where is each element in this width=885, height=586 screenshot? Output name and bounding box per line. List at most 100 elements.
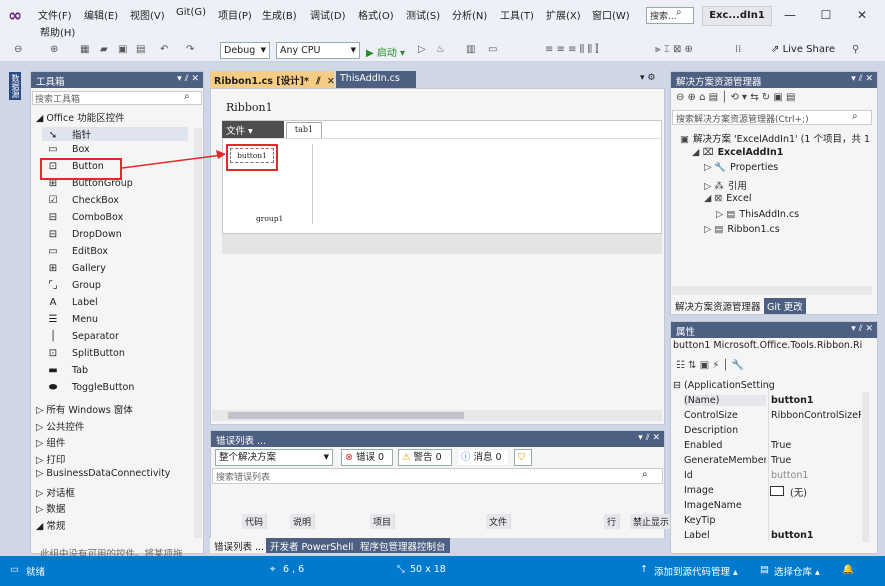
toolbox-group[interactable]: ▷ BusinessDataConnectivity	[36, 468, 170, 479]
filter-icon[interactable]: ⛉	[514, 449, 532, 466]
property-name[interactable]: Image	[684, 485, 766, 496]
property-value[interactable]: button1	[771, 395, 861, 406]
properties-object-select[interactable]: button1 Microsoft.Office.Tools.Ribbon.Ri	[673, 340, 875, 354]
toolbox-item[interactable]: ⊟ ComboBox	[42, 212, 188, 223]
menu-item[interactable]: 扩展(X)	[546, 7, 581, 22]
bottom-tab[interactable]: 开发者 PowerShell	[266, 538, 358, 553]
platform-select[interactable]: Any CPU ▼	[276, 42, 360, 59]
menu-item[interactable]: 格式(O)	[358, 7, 394, 22]
solution-search-input[interactable]: 搜索解决方案资源管理器(Ctrl+;)	[672, 110, 872, 125]
error-column-header[interactable]: 说明	[290, 514, 316, 529]
format-icon[interactable]: ⁞⁞	[735, 44, 741, 55]
error-column-header[interactable]: 禁止显示	[630, 514, 674, 529]
close-button[interactable]: ✕	[852, 8, 872, 22]
ribbon-tab1[interactable]: tab1	[286, 122, 322, 138]
menu-item[interactable]: Git(G)	[176, 7, 206, 18]
search-icon[interactable]: ⌕	[852, 111, 858, 122]
solution-explorer-toolbar-icons[interactable]: ⊖ ⊕ ⌂ ▤ │ ⟲ ▾ ⇆ ↻ ▣ ▤	[676, 92, 795, 103]
solution-explorer-tab[interactable]: Git 更改	[764, 298, 806, 314]
toolbox-group[interactable]: ▷ 对话框	[36, 485, 75, 499]
open-icon[interactable]: ▰	[100, 44, 108, 55]
notifications-bell-icon[interactable]: 🔔	[842, 564, 854, 575]
property-name[interactable]: ImageName	[684, 500, 766, 511]
solution-explorer-window-controls[interactable]: ▾ ⫽ ✕	[851, 74, 873, 84]
property-name[interactable]: Enabled	[684, 440, 766, 451]
toolbox-group[interactable]: ▷ 打印	[36, 452, 65, 466]
solution-tree-item[interactable]: ▷ ⁂ 引用	[704, 178, 747, 192]
toolbox-item[interactable]: ☑ CheckBox	[42, 195, 188, 206]
start-without-debug-icon[interactable]: ▷	[418, 44, 426, 55]
menu-item[interactable]: 文件(F)	[38, 7, 72, 22]
toolbox-item[interactable]: A Label	[42, 297, 188, 308]
toolbox-item[interactable]: ⊞ Gallery	[42, 263, 188, 274]
solution-tree-item[interactable]: ◢ ⊠ Excel	[704, 193, 751, 204]
property-value[interactable]: button1	[771, 470, 861, 481]
menu-item[interactable]: 窗口(W)	[592, 7, 630, 22]
config-select[interactable]: Debug ▼	[220, 42, 270, 59]
search-icon[interactable]: ⌕	[184, 91, 190, 102]
toolbox-item[interactable]: ➘ 指针	[42, 127, 188, 141]
hot-reload-icon[interactable]: ♨	[436, 44, 445, 55]
toolbox-item[interactable]: ▭ Box	[42, 144, 188, 155]
toolbox-item[interactable]: │ Separator	[42, 331, 188, 342]
solution-explorer-tab[interactable]: 解决方案资源管理器	[672, 298, 764, 314]
layout-icon[interactable]: ▭	[488, 44, 497, 55]
menu-item[interactable]: 项目(P)	[218, 7, 252, 22]
select-repository-button[interactable]: 选择仓库 ▴	[774, 564, 820, 578]
solution-tree-item[interactable]: ▷ 🔧 Properties	[704, 162, 778, 173]
live-share-button[interactable]: ⇗ Live Share	[771, 44, 835, 55]
toolbox-item[interactable]: ☰ Menu	[42, 314, 188, 325]
toolbox-group[interactable]: ◢ 常规	[36, 518, 65, 532]
undo-icon[interactable]: ↶	[160, 44, 168, 55]
new-project-icon[interactable]: ▦	[80, 44, 89, 55]
toolbox-group[interactable]: ▷ 组件	[36, 435, 65, 449]
error-scope-select[interactable]: 整个解决方案 ▼	[215, 449, 333, 466]
property-value[interactable]: True	[771, 440, 861, 451]
toolbox-item[interactable]: ⌜⌟ Group	[42, 280, 188, 291]
property-value[interactable]: True	[771, 455, 861, 466]
error-search-input[interactable]: 搜索错误列表	[212, 468, 663, 484]
menu-item[interactable]: 生成(B)	[262, 7, 297, 22]
forward-icon[interactable]: ⊕	[50, 44, 58, 55]
menu-item[interactable]: 工具(T)	[500, 7, 534, 22]
data-sources-tab[interactable]: 数据源	[9, 72, 21, 100]
save-icon[interactable]: ▣	[118, 44, 127, 55]
solution-hscrollbar[interactable]	[672, 286, 872, 295]
redo-icon[interactable]: ↷	[186, 44, 194, 55]
ribbon-file-tab[interactable]: 文件 ▾	[222, 121, 284, 138]
align-icons[interactable]: ≡ ≡ ≡ ⫼ ⫼ ⫿	[545, 44, 598, 55]
minimize-button[interactable]: —	[780, 8, 800, 22]
property-name[interactable]: ControlSize	[684, 410, 766, 421]
maximize-button[interactable]: ☐	[816, 8, 836, 22]
bottom-tab[interactable]: 程序包管理器控制台	[356, 538, 450, 553]
properties-toolbar-icons[interactable]: ☷ ⇅ ▣ ⚡ │ 🔧	[676, 360, 744, 371]
toolbox-group-office[interactable]: ◢ Office 功能区控件	[36, 110, 125, 124]
toolbox-item[interactable]: ▭ EditBox	[42, 246, 188, 257]
menu-help[interactable]: 帮助(H)	[40, 24, 75, 39]
properties-window-controls[interactable]: ▾ ⫽ ✕	[851, 324, 873, 334]
menu-item[interactable]: 调试(D)	[310, 7, 346, 22]
search-icon[interactable]: ⌕	[676, 7, 682, 18]
property-name[interactable]: KeyTip	[684, 515, 766, 526]
toolbox-group[interactable]: ▷ 公共控件	[36, 419, 84, 433]
messages-filter-button[interactable]: ⓘ 消息 0	[457, 449, 509, 466]
error-column-header[interactable]: 项目	[370, 514, 396, 529]
close-icon[interactable]: ✕	[327, 76, 335, 87]
toolbox-item[interactable]: ⊟ DropDown	[42, 229, 188, 240]
menu-item[interactable]: 视图(V)	[130, 7, 165, 22]
properties-section[interactable]: ⊟ (ApplicationSetting	[673, 380, 775, 391]
property-name[interactable]: Description	[684, 425, 766, 436]
error-column-header[interactable]: 代码	[242, 514, 268, 529]
toolbox-item[interactable]: ▬ Tab	[42, 365, 188, 376]
property-name[interactable]: Label	[684, 530, 766, 541]
solution-name-badge[interactable]: Exc...dIn1	[702, 6, 772, 26]
search-input[interactable]: 搜索...	[646, 7, 694, 24]
property-name[interactable]: (Name)	[684, 395, 766, 406]
pin-icon[interactable]: ⫽	[316, 76, 320, 87]
save-all-icon[interactable]: ▤	[136, 44, 145, 55]
solution-tree-item[interactable]: ▷ ▤ Ribbon1.cs	[704, 224, 780, 235]
bottom-tab[interactable]: 错误列表 ...	[210, 538, 269, 553]
start-button[interactable]: ▶ 启动 ▾	[366, 44, 405, 59]
toolbox-item[interactable]: ⬬ ToggleButton	[42, 382, 188, 393]
tab-overflow-icon[interactable]: ▾ ⚙	[640, 73, 655, 83]
